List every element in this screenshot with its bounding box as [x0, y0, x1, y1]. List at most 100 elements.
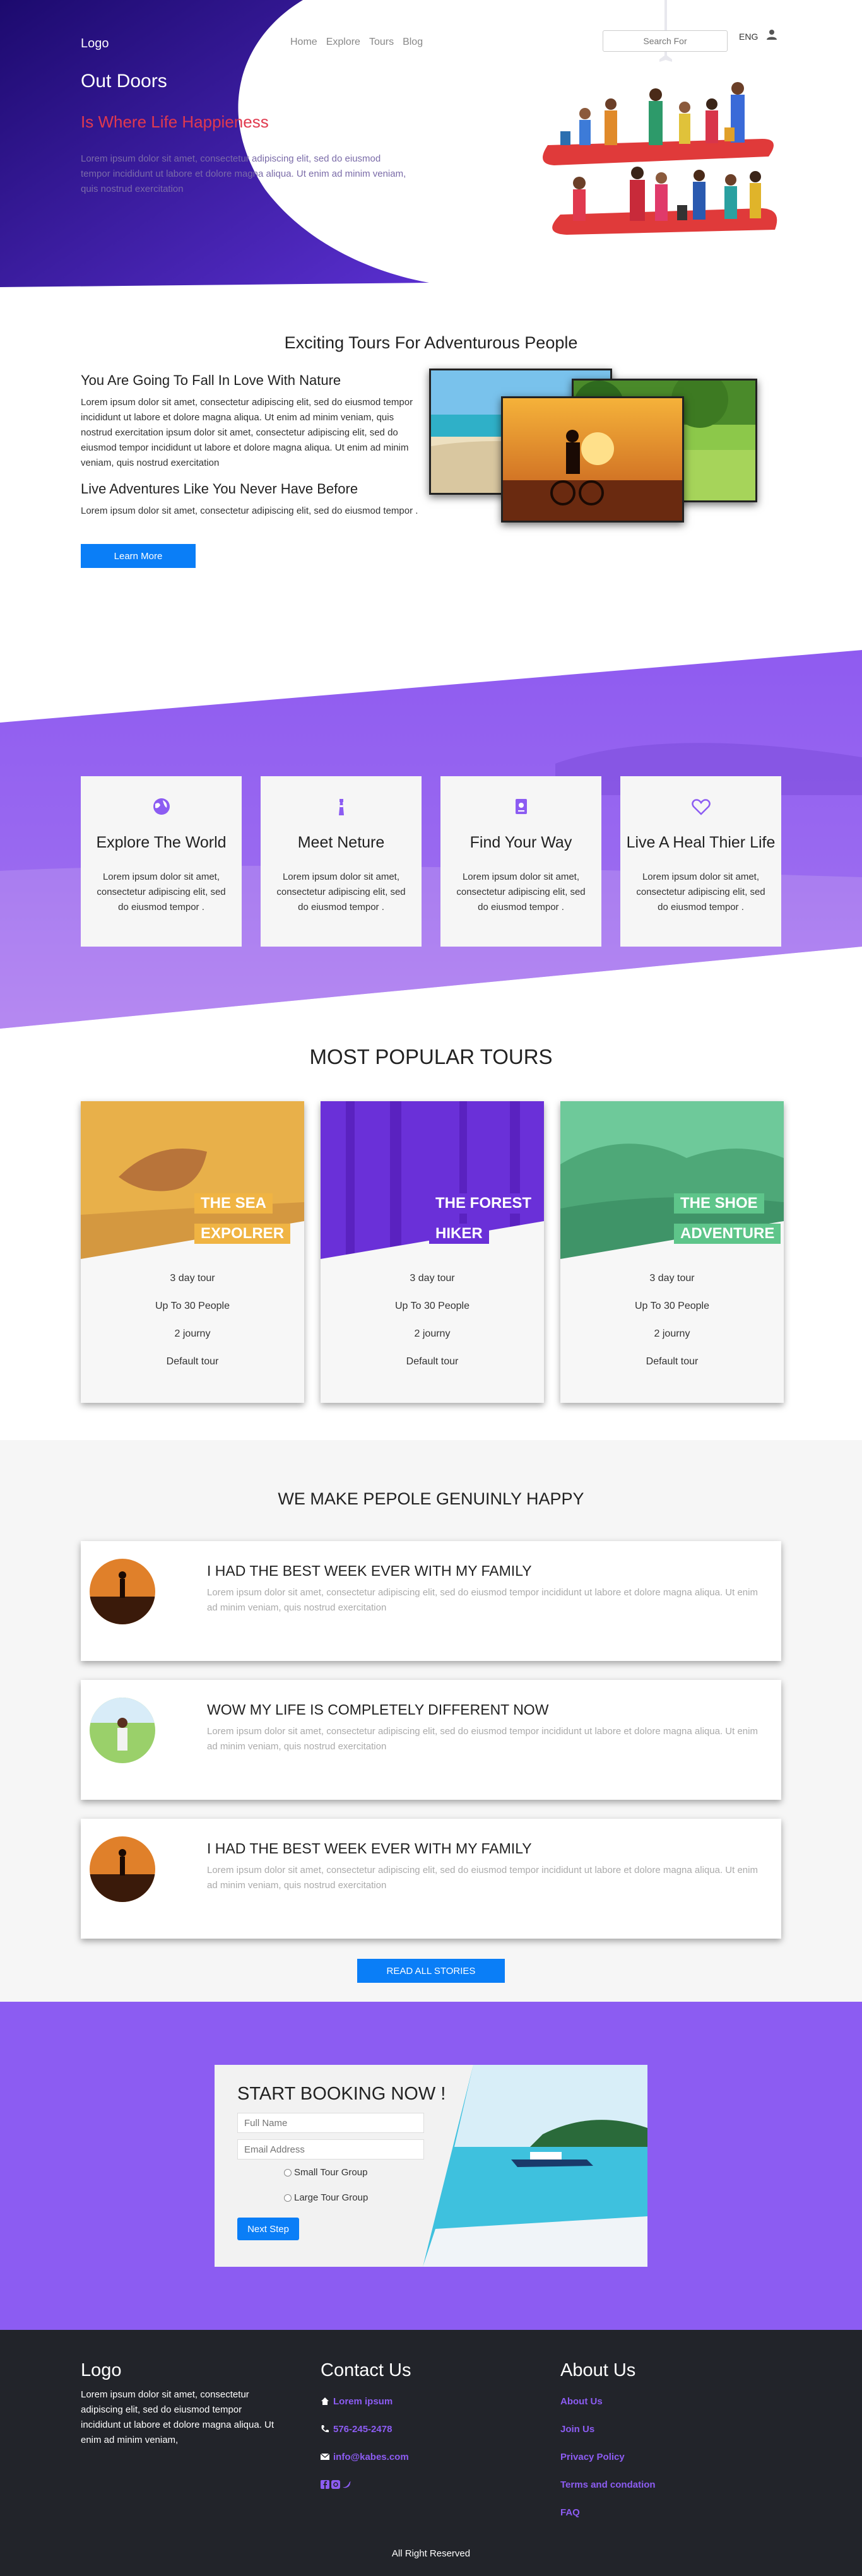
facebook-icon[interactable]	[321, 2480, 329, 2489]
heart-icon	[691, 799, 711, 815]
about-heading: Exciting Tours For Adventurous People	[284, 333, 578, 352]
contact-home[interactable]: Lorem ipsum	[321, 2387, 411, 2415]
home-icon	[321, 2397, 329, 2405]
booking-title: START BOOKING NOW !	[237, 2084, 446, 2104]
nav-blog[interactable]: Blog	[403, 37, 423, 48]
feature-card-way: Find Your Way Lorem ipsum dolor sit amet…	[440, 776, 601, 947]
avatar-image	[90, 1559, 155, 1624]
radio-button[interactable]	[284, 2168, 292, 2177]
footer: Logo Lorem ipsum dolor sit amet, consect…	[0, 2330, 862, 2576]
tour-type: Default tour	[166, 1356, 219, 1367]
footer-link-privacy[interactable]: Privacy Policy	[560, 2443, 656, 2471]
tour-card-sea[interactable]: THE SEA EXPOLRER 3 day tour Up To 30 Peo…	[81, 1101, 304, 1403]
tour-card-forest[interactable]: THE FOREST HIKER 3 day tour Up To 30 Peo…	[321, 1101, 544, 1403]
footer-link-join[interactable]: Join Us	[560, 2415, 656, 2443]
twitter-icon[interactable]	[342, 2480, 351, 2489]
about-subheading-1: You Are Going To Fall In Love With Natur…	[81, 372, 341, 388]
nav-tours[interactable]: Tours	[369, 37, 394, 48]
feature-card-heal: Live A Heal Thier Life Lorem ipsum dolor…	[620, 776, 781, 947]
hero-description: Lorem ipsum dolor sit amet, consectetur …	[81, 153, 406, 194]
envelope-icon	[321, 2453, 329, 2460]
hero-section: Logo Home Explore Tours Blog ENG Out Doo…	[0, 0, 862, 287]
tour-badge-line2: HIKER	[429, 1224, 489, 1244]
contact-name: Lorem ipsum	[333, 2396, 393, 2407]
tour-type: Default tour	[406, 1356, 459, 1367]
avatar-image	[90, 1836, 155, 1902]
tour-journey: 2 journy	[654, 1328, 690, 1339]
tour-badge-line2: ADVENTURE	[674, 1224, 781, 1244]
tour-card-shoe[interactable]: THE SHOE ADVENTURE 3 day tour Up To 30 P…	[560, 1101, 784, 1403]
tour-days: 3 day tour	[649, 1273, 695, 1284]
nav-home[interactable]: Home	[290, 37, 317, 48]
radio-label: Large Tour Group	[294, 2192, 369, 2203]
footer-logo[interactable]: Logo	[81, 2360, 283, 2381]
hero-title: Out Doors	[81, 71, 167, 92]
stories-heading: WE MAKE PEPOLE GENUINLY HAPPY	[278, 1489, 584, 1508]
learn-more-button[interactable]: Learn More	[81, 544, 196, 568]
travelers-bottom	[573, 167, 761, 221]
feature-card-explore: Explore The World Lorem ipsum dolor sit …	[81, 776, 242, 947]
language-selector[interactable]: ENG	[739, 32, 758, 42]
search-input[interactable]	[603, 30, 728, 52]
large-group-radio[interactable]: Large Tour Group	[284, 2192, 368, 2203]
story-title: I HAD THE BEST WEEK EVER WITH MY FAMILY	[207, 1840, 532, 1857]
about-paragraph-1: Lorem ipsum dolor sit amet, consectetur …	[81, 397, 413, 468]
story-text: Lorem ipsum dolor sit amet, consectetur …	[207, 1587, 758, 1613]
tour-badge-line1: THE FOREST	[429, 1193, 538, 1214]
avatar	[90, 1698, 155, 1763]
booking-form: START BOOKING NOW ! Small Tour Group Lar…	[215, 2065, 647, 2267]
read-all-stories-button[interactable]: READ ALL STORIES	[357, 1959, 505, 1983]
tour-type: Default tour	[646, 1356, 699, 1367]
tour-journey: 2 journy	[174, 1328, 211, 1339]
about-paragraph-2: Lorem ipsum dolor sit amet, consectetur …	[81, 505, 418, 516]
header-logo[interactable]: Logo	[81, 37, 109, 51]
full-name-field[interactable]	[237, 2113, 424, 2133]
nav-explore[interactable]: Explore	[326, 37, 360, 48]
sunset-cyclist-photo	[501, 396, 684, 523]
avatar	[90, 1836, 155, 1902]
radio-button[interactable]	[284, 2194, 292, 2202]
footer-about-text: Lorem ipsum dolor sit amet, consectetur …	[81, 2389, 275, 2445]
phone-icon	[321, 2425, 329, 2433]
contact-email-text: info@kabes.com	[333, 2451, 409, 2462]
story-card: I HAD THE BEST WEEK EVER WITH MY FAMILY …	[81, 1541, 781, 1661]
feature-text: Lorem ipsum dolor sit amet, consectetur …	[97, 871, 226, 913]
email-field[interactable]	[237, 2139, 424, 2159]
story-title: I HAD THE BEST WEEK EVER WITH MY FAMILY	[207, 1563, 532, 1579]
contact-phone[interactable]: 576-245-2478	[321, 2415, 411, 2443]
footer-link-terms[interactable]: Terms and condation	[560, 2471, 656, 2498]
story-text: Lorem ipsum dolor sit amet, consectetur …	[207, 1726, 758, 1752]
tour-days: 3 day tour	[170, 1273, 215, 1284]
contact-email[interactable]: info@kabes.com	[321, 2443, 411, 2471]
map-book-icon	[515, 799, 527, 814]
next-step-button[interactable]: Next Step	[237, 2218, 299, 2240]
feature-text: Lorem ipsum dolor sit amet, consectetur …	[456, 871, 586, 913]
avatar	[90, 1559, 155, 1624]
small-group-radio[interactable]: Small Tour Group	[284, 2167, 367, 2178]
tour-journey: 2 journy	[414, 1328, 451, 1339]
avatar-image	[90, 1698, 155, 1763]
tour-people: Up To 30 People	[155, 1301, 230, 1311]
main-nav: Home Explore Tours Blog	[290, 37, 423, 48]
tour-people: Up To 30 People	[394, 1301, 469, 1311]
story-title: WOW MY LIFE IS COMPLETELY DIFFERENT NOW	[207, 1701, 549, 1718]
instagram-icon[interactable]	[331, 2480, 340, 2489]
hero-subtitle: Is Where Life Happieness	[81, 112, 269, 131]
user-icon[interactable]	[766, 29, 777, 40]
feature-text: Lorem ipsum dolor sit amet, consectetur …	[636, 871, 765, 913]
footer-brand-column: Logo Lorem ipsum dolor sit amet, consect…	[81, 2360, 283, 2448]
tour-badge-line1: THE SEA	[194, 1193, 273, 1214]
footer-link-faq[interactable]: FAQ	[560, 2498, 656, 2526]
sunset-image	[503, 398, 682, 521]
footer-links-column: About Us About Us Join Us Privacy Policy…	[560, 2360, 656, 2526]
footer-contact-title: Contact Us	[321, 2360, 411, 2380]
lighthouse-icon	[338, 799, 344, 815]
story-card: I HAD THE BEST WEEK EVER WITH MY FAMILY …	[81, 1819, 781, 1939]
radio-label: Small Tour Group	[294, 2167, 368, 2178]
travelers-top	[560, 82, 745, 145]
tour-badge-line2: EXPOLRER	[194, 1224, 291, 1244]
copyright: All Right Reserved	[391, 2548, 471, 2559]
feature-text: Lorem ipsum dolor sit amet, consectetur …	[276, 871, 406, 913]
globe-icon	[153, 798, 170, 815]
footer-link-about[interactable]: About Us	[560, 2387, 656, 2415]
